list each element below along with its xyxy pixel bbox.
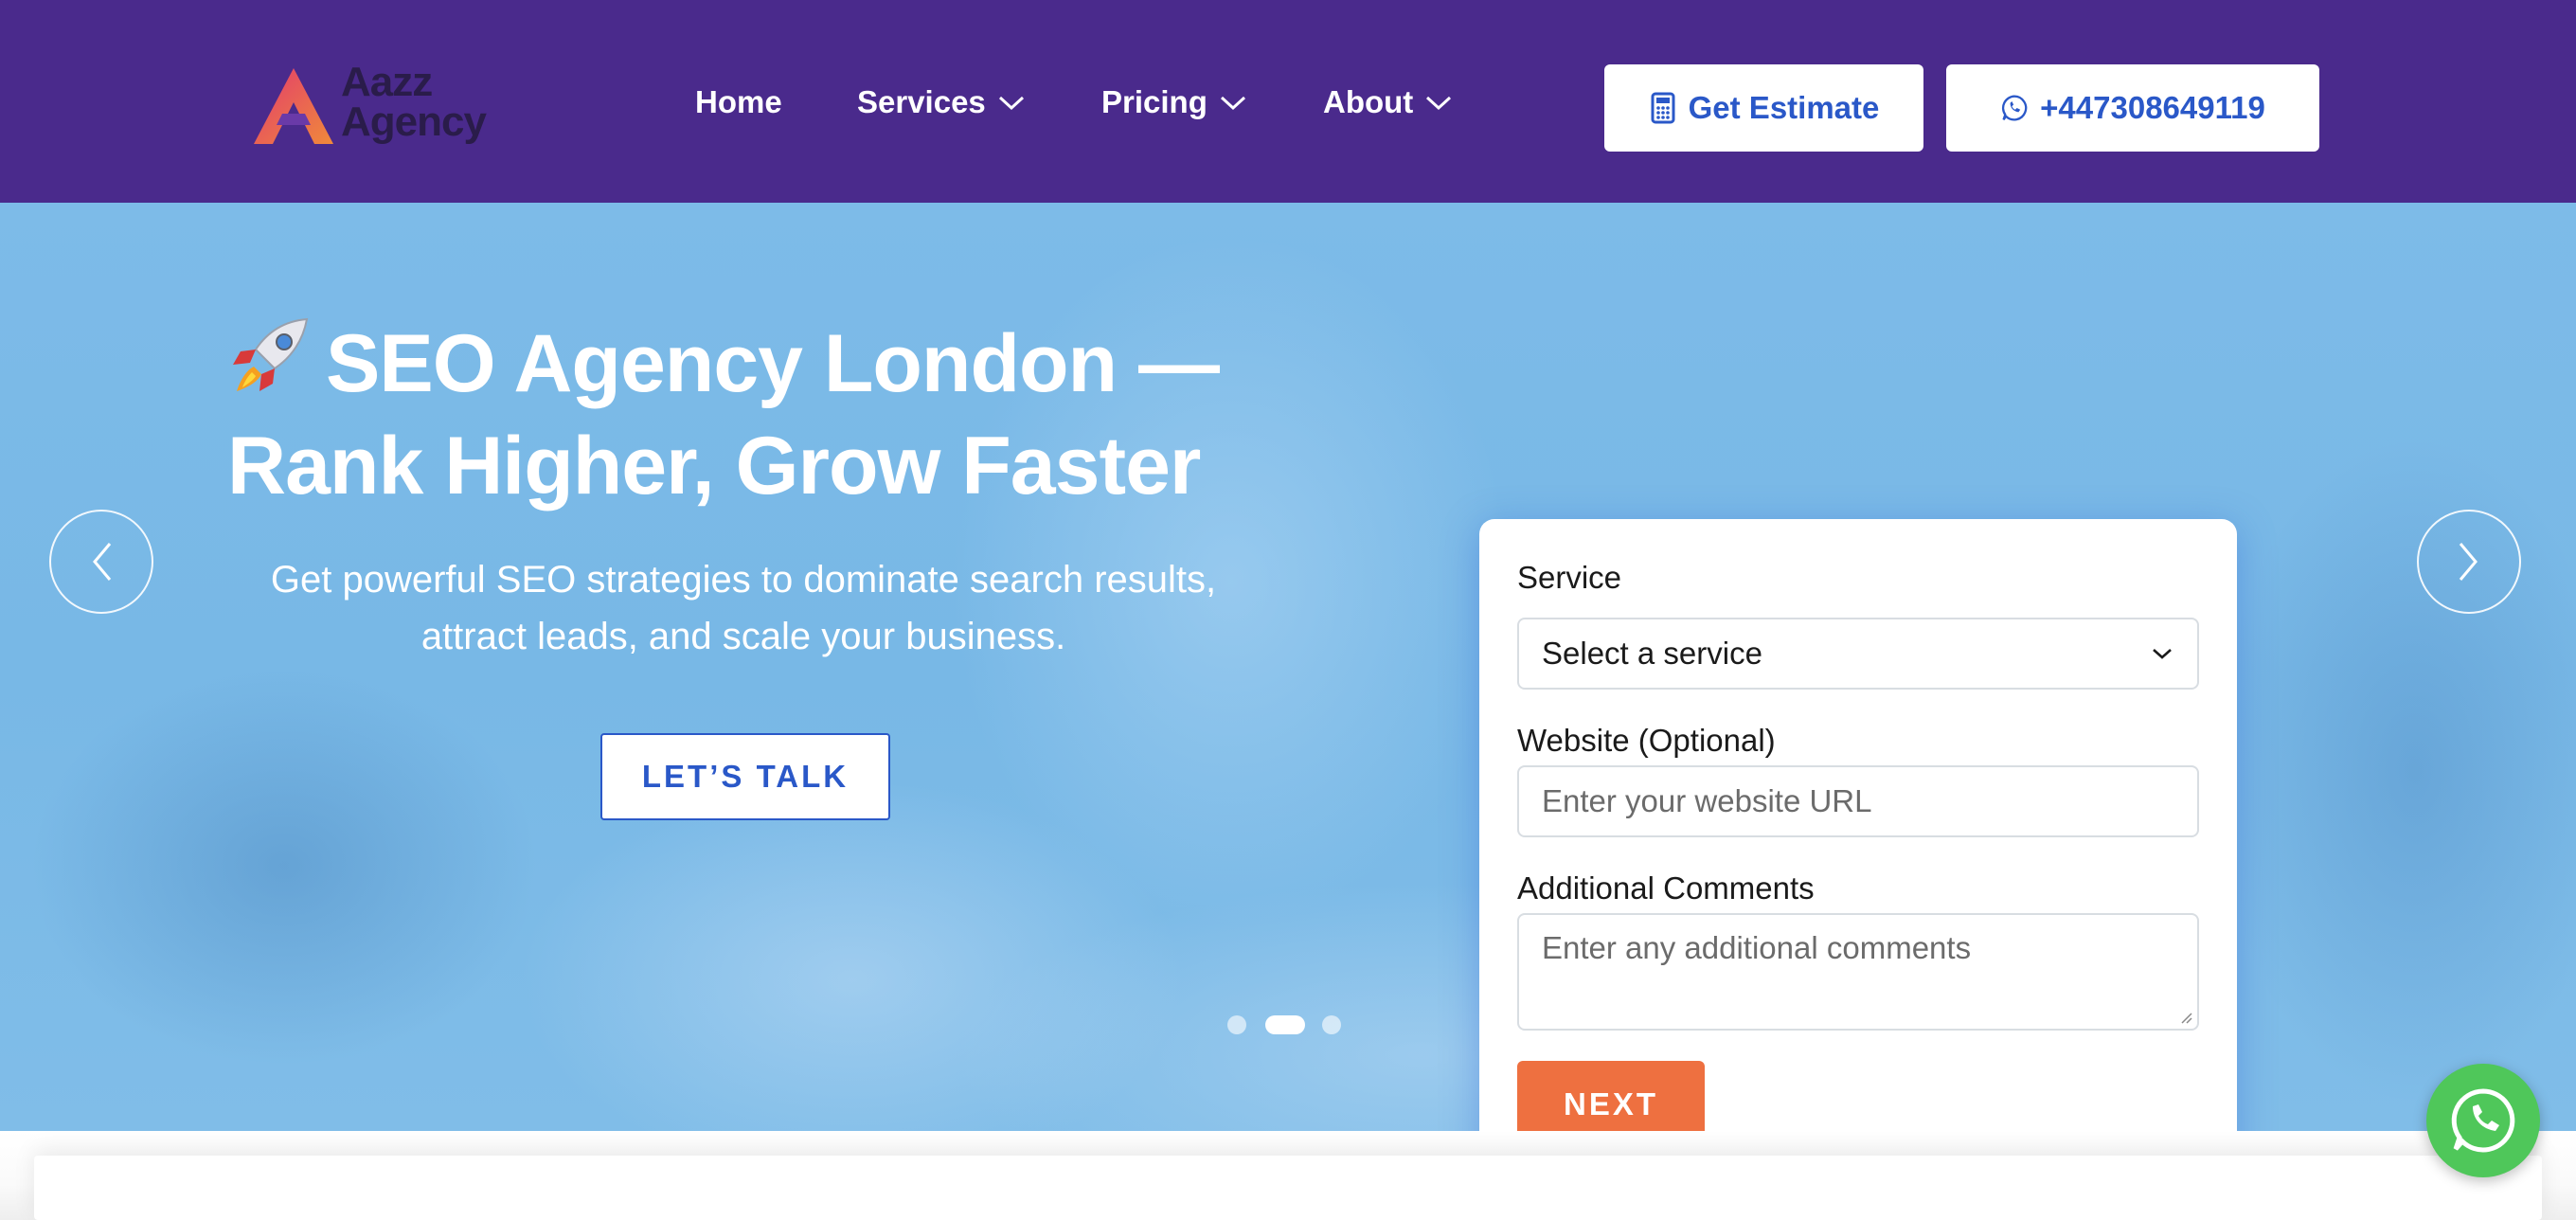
- carousel-next-button[interactable]: [2417, 510, 2521, 614]
- nav-home[interactable]: Home: [695, 83, 782, 121]
- carousel-dot-2[interactable]: [1265, 1015, 1305, 1034]
- service-select-value: Select a service: [1542, 636, 1762, 671]
- get-estimate-button[interactable]: Get Estimate: [1604, 64, 1923, 152]
- comments-textarea-placeholder: Enter any additional comments: [1542, 930, 1972, 965]
- chevron-down-icon: [1426, 96, 1452, 111]
- nav-pricing-label: Pricing: [1101, 84, 1208, 119]
- whatsapp-phone-button[interactable]: +447308649119: [1946, 64, 2319, 152]
- nav-services-label: Services: [857, 84, 986, 119]
- phone-number-label: +447308649119: [2040, 90, 2265, 125]
- hero-title-line-1: SEO Agency London —: [227, 313, 1364, 415]
- website-input[interactable]: Enter your website URL: [1517, 765, 2199, 837]
- hero-carousel: SEO Agency London — Rank Higher, Grow Fa…: [0, 203, 2576, 1131]
- rocket-icon: [233, 317, 309, 391]
- website-input-placeholder: Enter your website URL: [1542, 783, 1872, 818]
- hero-subtitle-line-2: attract leads, and scale your business.: [420, 616, 1066, 657]
- whatsapp-icon: [2002, 95, 2028, 121]
- comments-label: Additional Comments: [1517, 870, 1815, 906]
- website-label: Website (Optional): [1517, 723, 1776, 758]
- logo-line-2: Agency: [341, 99, 487, 145]
- nav-about-label: About: [1323, 84, 1414, 119]
- nav-about[interactable]: About: [1323, 83, 1453, 121]
- chevron-right-icon: [2459, 543, 2478, 581]
- carousel-dot-3[interactable]: [1322, 1015, 1341, 1034]
- hero-title: SEO Agency London — Rank Higher, Grow Fa…: [227, 313, 1364, 517]
- nav-home-label: Home: [695, 84, 782, 119]
- service-label: Service: [1517, 560, 1622, 595]
- logo-mark-icon: [254, 68, 333, 144]
- chevron-down-icon: [2153, 649, 2172, 659]
- comments-textarea[interactable]: Enter any additional comments: [1517, 913, 2199, 1031]
- whatsapp-icon: [2451, 1088, 2515, 1153]
- nav-services[interactable]: Services: [857, 83, 1026, 121]
- whatsapp-floating-button[interactable]: [2426, 1064, 2540, 1177]
- next-section-card: [34, 1156, 2542, 1220]
- service-select[interactable]: Select a service: [1517, 618, 2199, 690]
- nav-pricing[interactable]: Pricing: [1101, 83, 1247, 121]
- calculator-icon: [1651, 92, 1675, 124]
- site-header: Aazz Agency Home Services Pricing About …: [0, 0, 2576, 203]
- hero-title-line-2: Rank Higher, Grow Faster: [227, 421, 1201, 511]
- carousel-prev-button[interactable]: [49, 510, 153, 614]
- chevron-down-icon: [1220, 96, 1245, 111]
- brand-logo[interactable]: Aazz Agency: [248, 61, 504, 155]
- next-button[interactable]: NEXT: [1517, 1061, 1705, 1131]
- estimate-form-card: Service Select a service Website (Option…: [1479, 519, 2237, 1131]
- chevron-left-icon: [93, 543, 112, 581]
- logo-wordmark: Aazz Agency: [341, 59, 487, 145]
- get-estimate-label: Get Estimate: [1688, 90, 1880, 125]
- chevron-down-icon: [998, 96, 1024, 111]
- resize-handle-icon[interactable]: [2180, 1012, 2193, 1025]
- hero-subtitle: Get powerful SEO strategies to dominate …: [218, 551, 1269, 665]
- hero-subtitle-line-1: Get powerful SEO strategies to dominate …: [270, 559, 1217, 601]
- hero-title-line-1-text: SEO Agency London —: [326, 318, 1220, 409]
- logo-line-1: Aazz: [341, 59, 433, 105]
- carousel-dot-1[interactable]: [1227, 1015, 1246, 1034]
- lets-talk-button[interactable]: LET’S TALK: [600, 733, 890, 820]
